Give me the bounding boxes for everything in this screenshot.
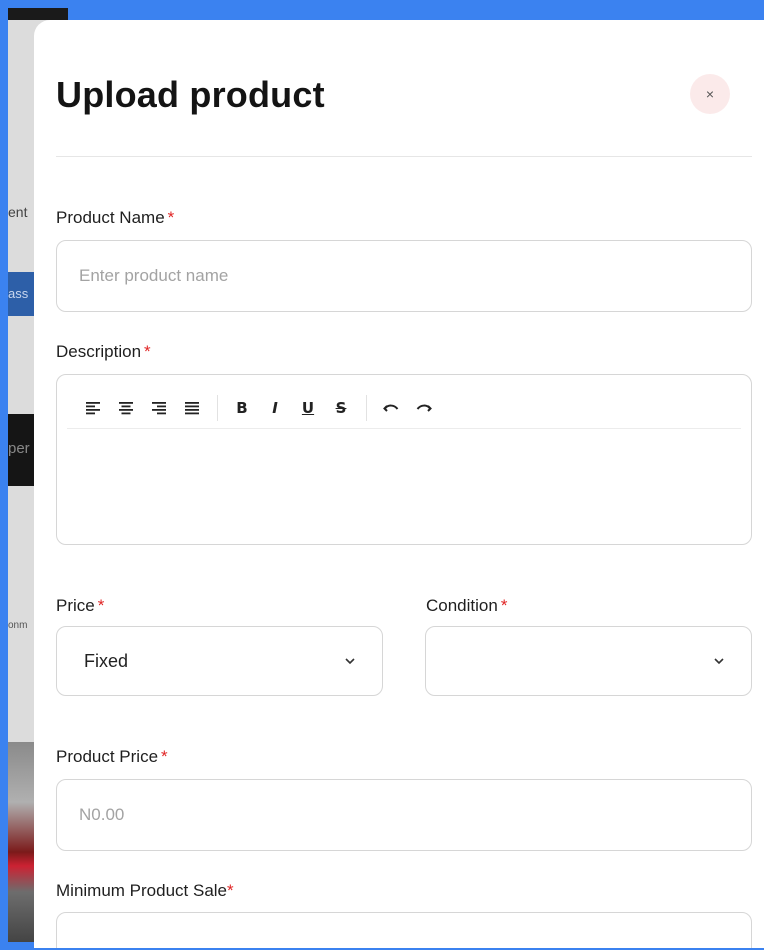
- background-text: ent: [8, 204, 28, 220]
- align-center-icon[interactable]: [114, 396, 138, 420]
- required-marker: *: [144, 342, 151, 361]
- strikethrough-icon[interactable]: S: [329, 396, 353, 420]
- upload-product-modal: Upload product × Product Name* Descripti…: [34, 20, 764, 948]
- close-button[interactable]: ×: [690, 74, 730, 114]
- price-label: Price *: [56, 596, 105, 615]
- align-left-icon[interactable]: [81, 396, 105, 420]
- product-name-field: [56, 240, 752, 312]
- condition-select[interactable]: [425, 626, 752, 696]
- product-price-label: Product Price *: [56, 747, 168, 766]
- description-editor: B I U S: [56, 374, 752, 545]
- product-name-label: Product Name *: [56, 208, 175, 227]
- required-marker: *: [500, 596, 508, 615]
- editor-toolbar: B I U S: [67, 387, 741, 429]
- required-marker: *: [161, 747, 168, 766]
- background-topbar: [8, 8, 68, 20]
- header-divider: [56, 156, 752, 157]
- chevron-down-icon: [345, 658, 355, 665]
- bold-icon[interactable]: B: [230, 396, 254, 420]
- price-select[interactable]: Fixed: [56, 626, 383, 696]
- minimum-sale-input[interactable]: [57, 913, 751, 948]
- background-small-text: onm: [8, 620, 28, 631]
- chevron-down-icon: [714, 658, 724, 665]
- toolbar-separator: [366, 394, 367, 421]
- redo-icon[interactable]: [412, 396, 436, 420]
- minimum-sale-label: Minimum Product Sale*: [56, 881, 234, 900]
- required-marker: *: [227, 881, 234, 900]
- close-icon: ×: [705, 86, 715, 102]
- product-name-input[interactable]: [57, 241, 751, 311]
- minimum-sale-field: [56, 912, 752, 948]
- product-price-input[interactable]: [57, 780, 751, 850]
- required-marker: *: [167, 208, 175, 227]
- modal-title: Upload product: [56, 74, 325, 115]
- italic-icon[interactable]: I: [263, 396, 287, 420]
- align-justify-icon[interactable]: [180, 396, 204, 420]
- underline-icon[interactable]: U: [296, 396, 320, 420]
- required-marker: *: [97, 596, 105, 615]
- price-select-value: Fixed: [84, 650, 129, 671]
- product-price-field: [56, 779, 752, 851]
- toolbar-separator: [217, 394, 218, 421]
- condition-label: Condition *: [426, 596, 508, 615]
- undo-icon[interactable]: [379, 396, 403, 420]
- description-label: Description *: [56, 342, 151, 361]
- align-right-icon[interactable]: [147, 396, 171, 420]
